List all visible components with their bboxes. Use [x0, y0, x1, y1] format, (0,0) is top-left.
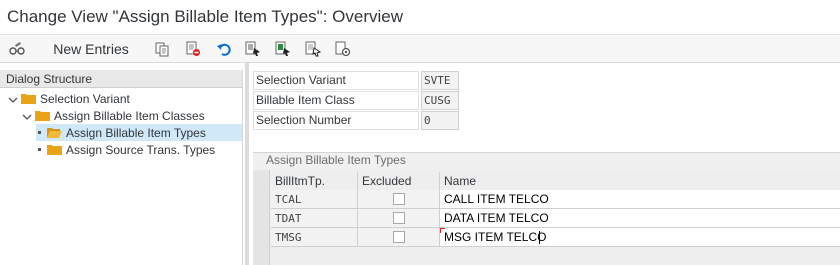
table-cell-excluded	[358, 209, 440, 228]
column-header-billitmtp[interactable]: BillItmTp.	[271, 172, 358, 190]
undo-icon[interactable]	[214, 38, 234, 60]
excluded-checkbox[interactable]	[393, 193, 405, 205]
copy-icon[interactable]	[152, 38, 172, 60]
new-entries-button[interactable]: New Entries	[50, 38, 132, 60]
configure-icon[interactable]	[333, 38, 353, 60]
tree-node-label: Assign Source Trans. Types	[66, 142, 216, 157]
title-bar: Change View "Assign Billable Item Types"…	[0, 0, 840, 34]
page-title: Change View "Assign Billable Item Types"…	[7, 7, 404, 26]
tree-node-label: Assign Billable Item Classes	[54, 108, 205, 123]
table-title: Assign Billable Item Types	[266, 153, 406, 167]
table-cell-excluded	[358, 190, 440, 209]
select-block-icon[interactable]	[273, 38, 293, 60]
tree-node-label: Selection Variant	[40, 91, 130, 106]
panel-splitter[interactable]	[245, 63, 249, 265]
bullet-icon	[38, 148, 41, 151]
billable-item-class-label: Billable Item Class	[253, 91, 419, 110]
folder-icon	[21, 93, 36, 104]
column-header-excluded[interactable]: Excluded	[358, 172, 440, 190]
table-cell-excluded	[358, 228, 440, 247]
folder-icon	[35, 110, 50, 121]
open-folder-icon	[47, 127, 62, 138]
tree-node-billable-item-types[interactable]: Assign Billable Item Types	[36, 124, 242, 141]
bullet-icon	[38, 131, 41, 134]
table-cell-type: TDAT	[271, 209, 358, 228]
tree-node-selection-variant[interactable]: Selection Variant	[8, 90, 130, 107]
deselect-all-icon[interactable]	[303, 38, 323, 60]
dialog-structure-header: Dialog Structure	[0, 70, 242, 88]
delete-icon[interactable]	[183, 38, 203, 60]
empty-table-row	[271, 247, 840, 265]
table-cell-type: TCAL	[271, 190, 358, 209]
table-cell-name[interactable]: DATA ITEM TELCO	[440, 209, 840, 228]
table-cell-name[interactable]: MSG ITEM TELCO	[440, 228, 840, 247]
table-cell-type: TMSG	[271, 228, 358, 247]
billable-item-class-value: CUSG	[421, 91, 459, 110]
table-cell-name[interactable]: CALL ITEM TELCO	[440, 190, 840, 209]
chevron-down-icon[interactable]	[8, 94, 18, 104]
row-selector-column[interactable]	[253, 170, 270, 265]
tree-node-label: Assign Billable Item Types	[66, 125, 206, 140]
chevron-down-icon[interactable]	[22, 111, 32, 121]
selection-variant-value: SVTE	[421, 71, 459, 90]
excluded-checkbox[interactable]	[393, 212, 405, 224]
column-header-name[interactable]: Name	[440, 172, 840, 190]
tree-node-source-trans-types[interactable]: Assign Source Trans. Types	[38, 141, 215, 158]
tree-node-billable-item-classes[interactable]: Assign Billable Item Classes	[22, 107, 205, 124]
selection-number-label: Selection Number	[253, 111, 419, 130]
select-all-icon[interactable]	[243, 38, 263, 60]
application-toolbar: New Entries	[0, 34, 840, 63]
selection-number-value: 0	[421, 111, 459, 130]
excluded-checkbox[interactable]	[393, 231, 405, 243]
glasses-edit-icon[interactable]	[6, 38, 28, 60]
folder-icon	[47, 144, 62, 155]
required-marker	[440, 228, 445, 233]
selection-variant-label: Selection Variant	[253, 71, 419, 90]
text-cursor	[539, 231, 540, 244]
